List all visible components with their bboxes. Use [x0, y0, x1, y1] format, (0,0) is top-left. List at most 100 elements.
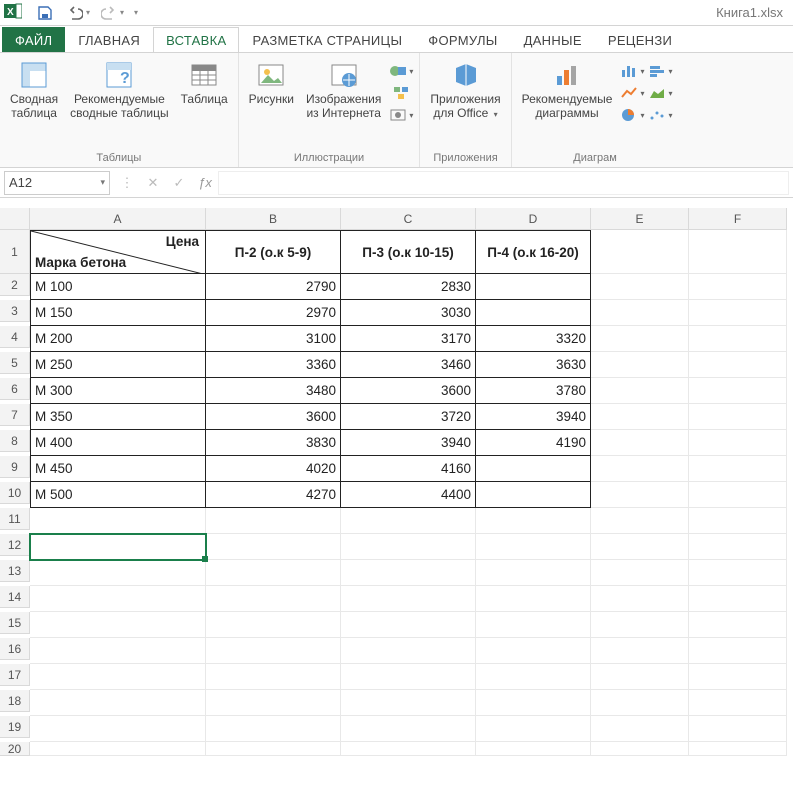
redo-dropdown-icon[interactable]: ▾: [120, 8, 124, 17]
cell-D1[interactable]: П-4 (о.к 16-20): [476, 230, 591, 274]
cell-D9[interactable]: [476, 456, 591, 482]
cell-E18[interactable]: [591, 690, 689, 716]
cell-C17[interactable]: [341, 664, 476, 690]
cell-D18[interactable]: [476, 690, 591, 716]
cell-F20[interactable]: [689, 742, 787, 756]
smartart-button[interactable]: [389, 83, 413, 103]
cell-E15[interactable]: [591, 612, 689, 638]
cell-D16[interactable]: [476, 638, 591, 664]
cell-A7[interactable]: М 350: [30, 404, 206, 430]
cell-C20[interactable]: [341, 742, 476, 756]
cell-B19[interactable]: [206, 716, 341, 742]
cell-B12[interactable]: [206, 534, 341, 560]
cell-B4[interactable]: 3100: [206, 326, 341, 352]
cell-E19[interactable]: [591, 716, 689, 742]
cell-F8[interactable]: [689, 430, 787, 456]
cell-B15[interactable]: [206, 612, 341, 638]
cell-C7[interactable]: 3720: [341, 404, 476, 430]
cell-B6[interactable]: 3480: [206, 378, 341, 404]
cell-E5[interactable]: [591, 352, 689, 378]
recommended-pivot-button[interactable]: ? Рекомендуемые сводные таблицы: [66, 57, 172, 123]
cell-F12[interactable]: [689, 534, 787, 560]
col-header-E[interactable]: E: [591, 208, 689, 230]
cell-B8[interactable]: 3830: [206, 430, 341, 456]
cell-E9[interactable]: [591, 456, 689, 482]
save-button[interactable]: [30, 1, 60, 25]
cell-E14[interactable]: [591, 586, 689, 612]
cell-F3[interactable]: [689, 300, 787, 326]
cell-C2[interactable]: 2830: [341, 274, 476, 300]
cell-E17[interactable]: [591, 664, 689, 690]
cell-A2[interactable]: М 100: [30, 274, 206, 300]
cell-E8[interactable]: [591, 430, 689, 456]
tab-insert[interactable]: ВСТАВКА: [153, 27, 239, 52]
online-pictures-button[interactable]: Изображения из Интернета: [302, 57, 385, 123]
table-button[interactable]: Таблица: [177, 57, 232, 109]
col-header-A[interactable]: A: [30, 208, 206, 230]
cell-E1[interactable]: [591, 230, 689, 274]
formula-input[interactable]: [218, 171, 789, 195]
tab-formulas[interactable]: ФОРМУЛЫ: [415, 27, 510, 52]
row-header-17[interactable]: 17: [0, 664, 30, 686]
cell-C13[interactable]: [341, 560, 476, 586]
row-header-6[interactable]: 6: [0, 378, 30, 400]
cell-A12[interactable]: [30, 534, 206, 560]
row-header-10[interactable]: 10: [0, 482, 30, 504]
select-all-corner[interactable]: [0, 208, 30, 230]
cell-B3[interactable]: 2970: [206, 300, 341, 326]
cell-B7[interactable]: 3600: [206, 404, 341, 430]
cell-A9[interactable]: М 450: [30, 456, 206, 482]
cell-E13[interactable]: [591, 560, 689, 586]
cell-B16[interactable]: [206, 638, 341, 664]
cell-F16[interactable]: [689, 638, 787, 664]
tab-file[interactable]: ФАЙЛ: [2, 27, 65, 52]
cell-F17[interactable]: [689, 664, 787, 690]
row-header-14[interactable]: 14: [0, 586, 30, 608]
row-header-11[interactable]: 11: [0, 508, 30, 530]
line-chart-button[interactable]: ▾: [620, 83, 644, 103]
area-chart-button[interactable]: ▾: [648, 83, 672, 103]
cell-C12[interactable]: [341, 534, 476, 560]
cell-C5[interactable]: 3460: [341, 352, 476, 378]
column-chart-button[interactable]: ▾: [620, 61, 644, 81]
cell-D15[interactable]: [476, 612, 591, 638]
row-header-7[interactable]: 7: [0, 404, 30, 426]
cell-B1[interactable]: П-2 (о.к 5-9): [206, 230, 341, 274]
row-header-15[interactable]: 15: [0, 612, 30, 634]
name-box[interactable]: A12 ▾: [4, 171, 110, 195]
col-header-B[interactable]: B: [206, 208, 341, 230]
cell-F4[interactable]: [689, 326, 787, 352]
cell-C14[interactable]: [341, 586, 476, 612]
cell-A17[interactable]: [30, 664, 206, 690]
cell-F15[interactable]: [689, 612, 787, 638]
cell-E16[interactable]: [591, 638, 689, 664]
row-header-13[interactable]: 13: [0, 560, 30, 582]
cell-A6[interactable]: М 300: [30, 378, 206, 404]
cell-C6[interactable]: 3600: [341, 378, 476, 404]
worksheet-grid[interactable]: A B C D E F 1 Цена Марка бетона П-2 (о.к…: [0, 208, 793, 756]
cell-F10[interactable]: [689, 482, 787, 508]
cell-F14[interactable]: [689, 586, 787, 612]
col-header-C[interactable]: C: [341, 208, 476, 230]
cell-B18[interactable]: [206, 690, 341, 716]
cell-D7[interactable]: 3940: [476, 404, 591, 430]
cell-E7[interactable]: [591, 404, 689, 430]
cell-B17[interactable]: [206, 664, 341, 690]
cell-A8[interactable]: М 400: [30, 430, 206, 456]
cell-D19[interactable]: [476, 716, 591, 742]
cell-F5[interactable]: [689, 352, 787, 378]
recommended-charts-button[interactable]: Рекомендуемые диаграммы: [518, 57, 617, 123]
cell-A10[interactable]: М 500: [30, 482, 206, 508]
cell-B9[interactable]: 4020: [206, 456, 341, 482]
cell-D11[interactable]: [476, 508, 591, 534]
row-header-12[interactable]: 12: [0, 534, 30, 556]
cell-F6[interactable]: [689, 378, 787, 404]
cell-D8[interactable]: 4190: [476, 430, 591, 456]
cell-A15[interactable]: [30, 612, 206, 638]
insert-function-button[interactable]: ƒx: [192, 175, 218, 190]
cell-A13[interactable]: [30, 560, 206, 586]
tab-review[interactable]: РЕЦЕНЗИ: [595, 27, 685, 52]
accept-formula-button[interactable]: ✓: [166, 175, 192, 191]
cell-D13[interactable]: [476, 560, 591, 586]
cell-A3[interactable]: М 150: [30, 300, 206, 326]
